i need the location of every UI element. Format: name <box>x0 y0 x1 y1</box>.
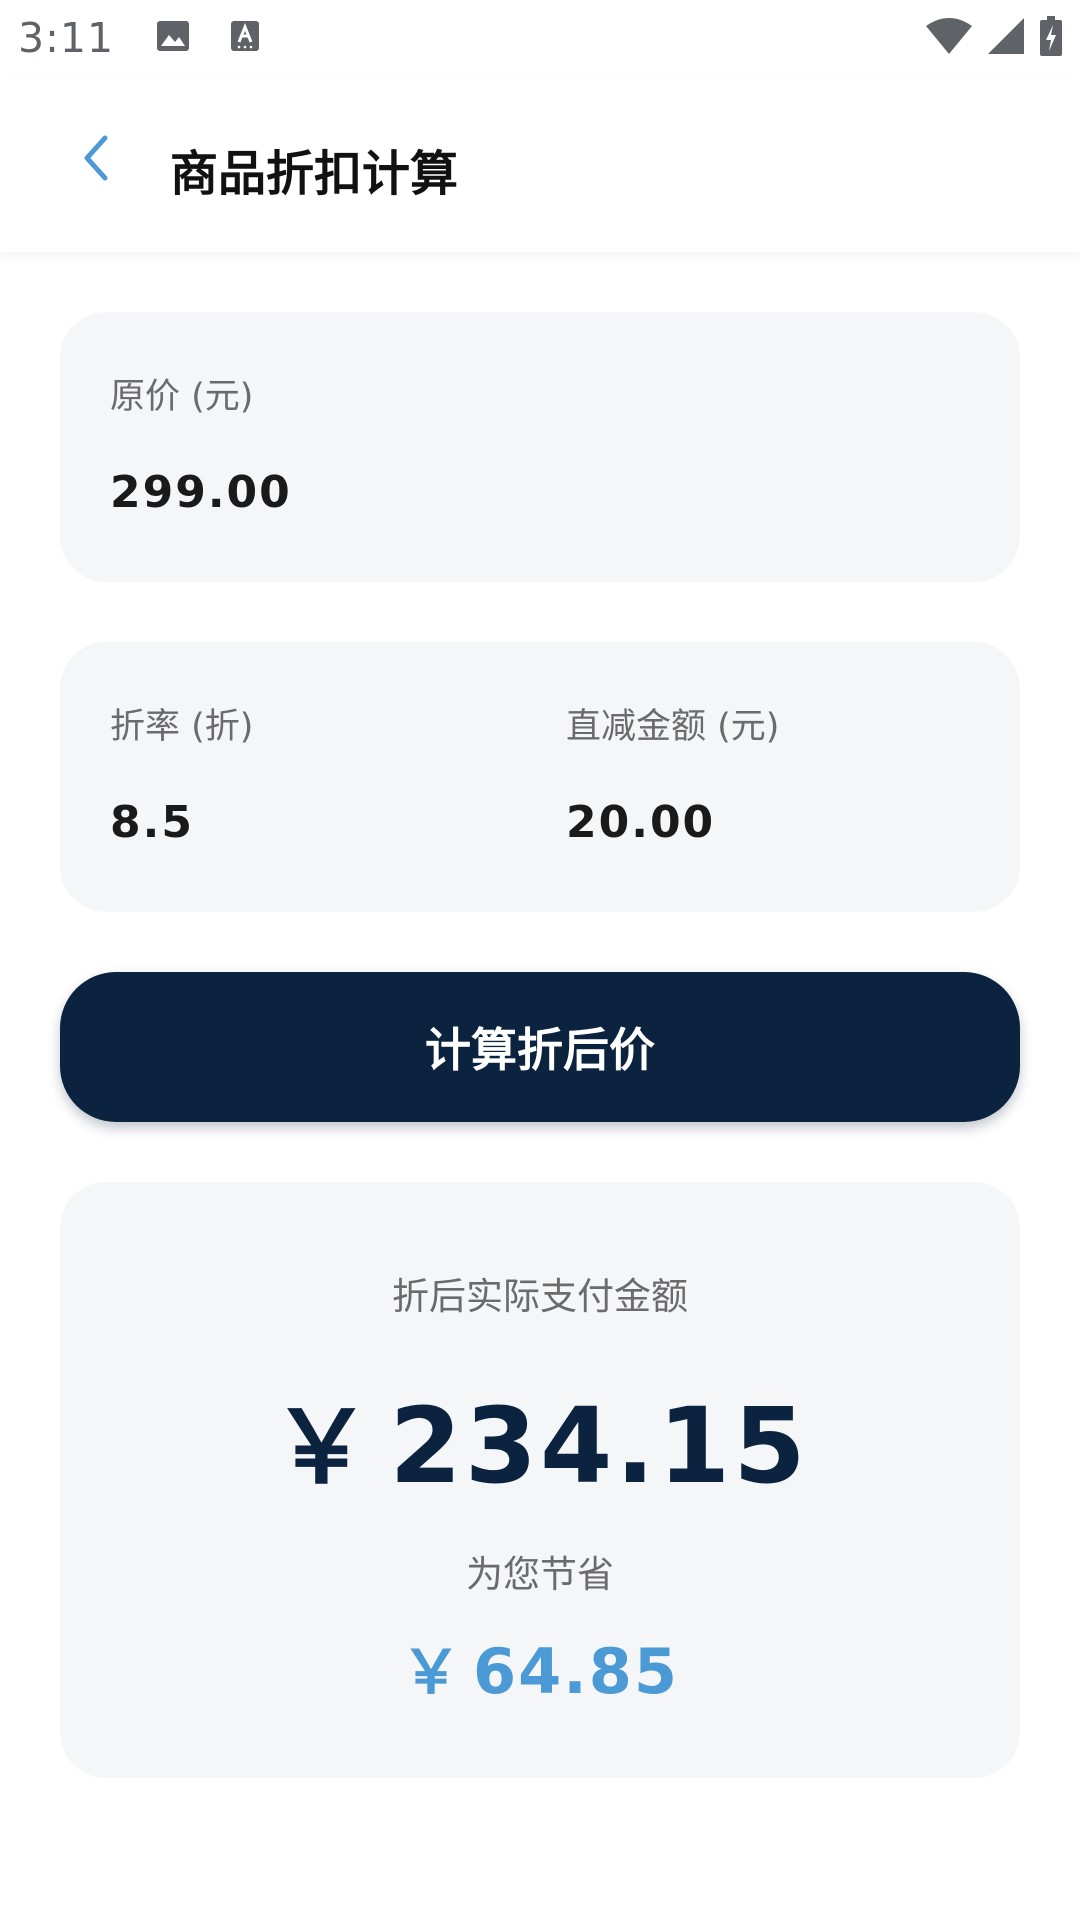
discount-rate-field[interactable]: 折率 (折) 8.5 <box>110 698 253 848</box>
final-amount-label: 折后实际支付金额 <box>392 1275 688 1318</box>
discount-rate-input[interactable]: 8.5 <box>110 797 253 848</box>
original-price-label: 原价 (元) <box>110 377 254 417</box>
status-right-icons <box>926 16 1062 60</box>
app-header: 商品折扣计算 <box>0 76 1080 252</box>
saving-amount-value: 64.85 <box>472 1635 680 1708</box>
status-bar: 3:11 <box>0 0 1080 76</box>
text-recognition-icon <box>230 20 260 56</box>
direct-reduction-label: 直减金额 (元) <box>566 707 780 747</box>
saving-currency-symbol: ￥ <box>400 1638 461 1708</box>
discount-card: 折率 (折) 8.5 直减金额 (元) 20.00 <box>60 642 1020 912</box>
back-button[interactable] <box>66 130 126 190</box>
calculate-button[interactable]: 计算折后价 <box>60 972 1020 1122</box>
original-price-field[interactable]: 原价 (元) 299.00 <box>110 368 292 518</box>
image-icon <box>156 20 190 56</box>
final-amount: ￥ 234.15 <box>60 1366 1020 1511</box>
wifi-icon <box>926 18 972 58</box>
saving-amount: ￥ 64.85 <box>60 1624 1020 1711</box>
original-price-input[interactable]: 299.00 <box>110 467 292 518</box>
status-left-icons <box>156 20 260 56</box>
saving-label: 为您节省 <box>466 1553 614 1596</box>
result-card: 折后实际支付金额 ￥ 234.15 为您节省 ￥ 64.85 <box>60 1182 1020 1778</box>
direct-reduction-input[interactable]: 20.00 <box>566 797 779 848</box>
original-price-card: 原价 (元) 299.00 <box>60 312 1020 582</box>
cellular-signal-icon <box>988 18 1024 58</box>
page-title: 商品折扣计算 <box>170 146 459 202</box>
final-currency-symbol: ￥ <box>271 1389 372 1506</box>
discount-rate-label: 折率 (折) <box>110 707 254 747</box>
chevron-left-icon <box>81 134 111 186</box>
direct-reduction-field[interactable]: 直减金额 (元) 20.00 <box>566 698 779 848</box>
status-time: 3:11 <box>18 14 115 62</box>
final-amount-value: 234.15 <box>389 1385 809 1507</box>
battery-charging-icon <box>1040 16 1062 60</box>
